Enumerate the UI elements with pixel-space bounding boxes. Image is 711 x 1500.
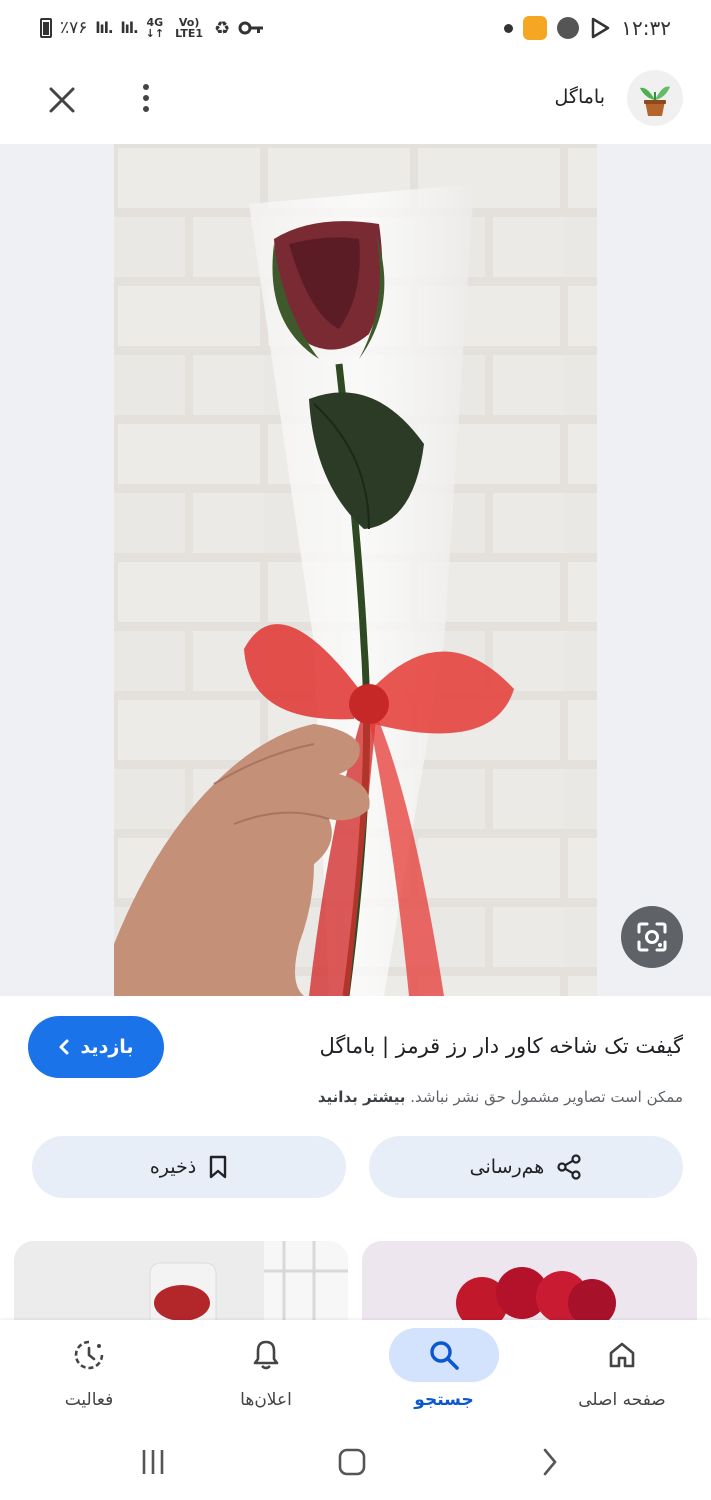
close-icon[interactable] bbox=[40, 78, 84, 122]
nav-notifications[interactable]: اعلان‌ها bbox=[177, 1320, 355, 1424]
notification-dot-icon bbox=[504, 23, 514, 33]
nav-icon-container bbox=[211, 1328, 321, 1382]
recent-apps-icon[interactable] bbox=[133, 1442, 173, 1482]
visit-label: بازدید bbox=[80, 1036, 134, 1058]
search-icon bbox=[430, 1341, 459, 1370]
home-button-icon[interactable] bbox=[332, 1442, 372, 1482]
status-bar: ٪۷۶ lıl. lıl. 4G ↓↑ Vo) LTE1 ♻ ۱۲:۳۲ bbox=[0, 0, 711, 56]
recycle-icon: ♻ bbox=[214, 17, 231, 39]
signal-icon: lıl. bbox=[95, 19, 113, 37]
bell-icon bbox=[253, 1340, 279, 1370]
related-image-thumb[interactable] bbox=[14, 1241, 348, 1331]
share-button[interactable]: هم‌رسانی bbox=[369, 1136, 683, 1198]
share-icon bbox=[557, 1154, 581, 1180]
lens-icon[interactable] bbox=[621, 906, 683, 968]
network-type: 4G ↓↑ bbox=[146, 17, 164, 39]
result-header: باماگل bbox=[0, 56, 711, 144]
status-right: ۱۲:۳۲ bbox=[504, 16, 671, 40]
app-notification-icon bbox=[523, 16, 548, 40]
system-navigation bbox=[0, 1424, 711, 1500]
copyright-notice: ممکن است تصاویر مشمول حق نشر نباشد. بیشت… bbox=[318, 1088, 683, 1106]
nav-home-label: صفحه اصلی bbox=[578, 1390, 666, 1410]
nav-home[interactable]: صفحه اصلی bbox=[533, 1320, 711, 1424]
volte-indicator: Vo) LTE1 bbox=[175, 16, 204, 40]
bookmark-icon bbox=[210, 1155, 227, 1179]
nav-activity-label: فعالیت bbox=[64, 1390, 114, 1410]
home-icon bbox=[609, 1342, 635, 1368]
back-icon[interactable] bbox=[530, 1442, 570, 1482]
nav-search-label: جستجو bbox=[414, 1390, 474, 1410]
nav-icon-container bbox=[567, 1328, 677, 1382]
save-button[interactable]: ذخیره bbox=[32, 1136, 346, 1198]
chevron-left-icon bbox=[59, 1039, 69, 1055]
share-label: هم‌رسانی bbox=[469, 1156, 545, 1178]
related-image-thumb-2[interactable] bbox=[362, 1241, 697, 1331]
nav-icon-container bbox=[34, 1328, 144, 1382]
nav-search[interactable]: جستجو bbox=[355, 1320, 533, 1424]
nav-activity[interactable]: فعالیت bbox=[0, 1320, 178, 1424]
potted-plant-icon[interactable] bbox=[627, 70, 683, 126]
signal-icon-2: lıl. bbox=[120, 19, 139, 37]
nav-notifications-label: اعلان‌ها bbox=[240, 1390, 292, 1410]
bottom-navigation: صفحه اصلی جستجو اعلان‌ها فعالیت bbox=[0, 1320, 711, 1424]
play-store-icon bbox=[592, 17, 610, 39]
save-label: ذخیره bbox=[149, 1156, 197, 1178]
copyright-text: ممکن است تصاویر مشمول حق نشر نباشد. bbox=[410, 1088, 683, 1106]
image-preview-area bbox=[0, 144, 711, 996]
battery-icon bbox=[40, 18, 52, 38]
activity-icon bbox=[74, 1340, 104, 1370]
clock: ۱۲:۳۲ bbox=[621, 16, 671, 40]
learn-more-link[interactable]: بیشتر بدانید bbox=[318, 1088, 406, 1106]
site-name[interactable]: باماگل bbox=[555, 86, 605, 108]
status-left: ٪۷۶ lıl. lıl. 4G ↓↑ Vo) LTE1 ♻ bbox=[40, 17, 264, 39]
more-vert-icon[interactable] bbox=[132, 78, 160, 118]
nav-icon-container bbox=[389, 1328, 499, 1382]
app-notification-icon-2 bbox=[557, 17, 580, 39]
data-arrows-icon: ↓↑ bbox=[145, 27, 165, 40]
key-icon bbox=[238, 21, 264, 35]
rose-photo[interactable] bbox=[114, 144, 597, 996]
result-title[interactable]: گیفت تک شاخه کاور دار رز قرمز | باماگل bbox=[320, 1034, 683, 1058]
battery-percent: ٪۷۶ bbox=[60, 18, 88, 38]
visit-button[interactable]: بازدید bbox=[28, 1016, 164, 1078]
